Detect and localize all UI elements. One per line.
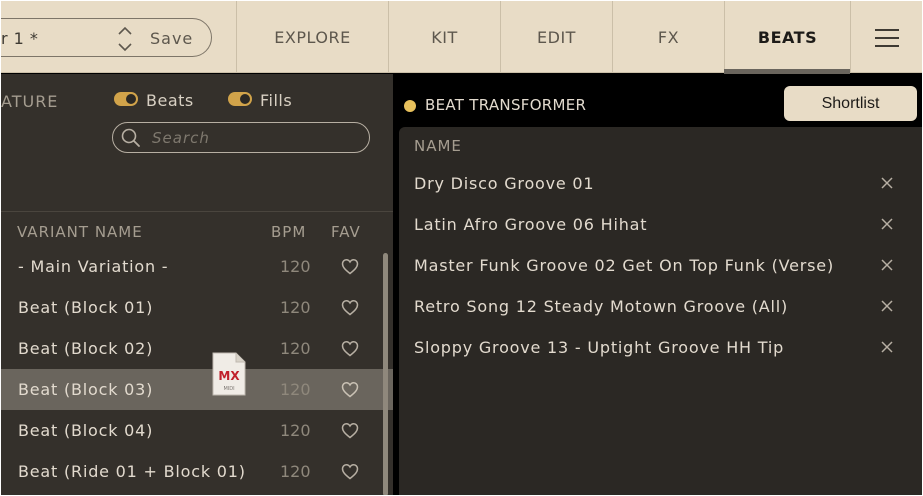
preset-up-down-icon[interactable] [116,25,134,53]
tab-edit[interactable]: EDIT [500,1,612,73]
status-indicator-icon [404,100,416,112]
fills-toggle[interactable] [228,92,252,106]
remove-icon[interactable] [880,176,894,190]
remove-icon[interactable] [880,299,894,313]
shortlist-title: BEAT TRANSFORMER [425,96,587,114]
column-header-name[interactable]: NAME [414,137,462,155]
heart-icon[interactable] [341,463,359,480]
shortlist-button[interactable]: Shortlist [784,86,917,121]
remove-icon[interactable] [880,217,894,231]
heart-icon[interactable] [341,258,359,275]
heart-icon[interactable] [341,381,359,398]
shortlist-item[interactable]: Latin Afro Groove 06 Hihat [414,215,647,234]
save-button[interactable]: Save [150,29,193,48]
variant-name: Beat (Block 02) [18,339,154,358]
variant-row[interactable]: Beat (Block 04) 120 [1,410,393,451]
preset-name: r 1 * [1,29,39,48]
variant-bpm: 120 [280,339,311,358]
search-icon [121,128,140,147]
variant-name: Beat (Block 03) [18,380,154,399]
remove-icon[interactable] [880,340,894,354]
tab-explore[interactable]: EXPLORE [236,1,388,73]
app-window: r 1 * Save EXPLORE KIT EDIT FX BEATS ATU… [1,1,922,495]
variant-row[interactable]: Beat (Block 01) 120 [1,287,393,328]
active-tab-indicator [724,69,850,74]
shortlist-item[interactable]: Retro Song 12 Steady Motown Groove (All) [414,297,788,316]
heart-icon[interactable] [341,299,359,316]
shortlist-item[interactable]: Master Funk Groove 02 Get On Top Funk (V… [414,256,834,275]
fills-toggle-label: Fills [260,91,293,110]
variant-name: - Main Variation - [18,257,169,276]
midi-label: MIDI [223,386,234,392]
shortlist-item[interactable]: Dry Disco Groove 01 [414,174,594,193]
tab-beats[interactable]: BEATS [724,1,850,73]
remove-icon[interactable] [880,258,894,272]
variant-name: Beat (Block 01) [18,298,154,317]
variant-bpm: 120 [280,421,311,440]
beats-toggle[interactable] [114,92,138,106]
shortlist-item[interactable]: Sloppy Groove 13 - Uptight Groove HH Tip [414,338,784,357]
top-bar: r 1 * Save EXPLORE KIT EDIT FX BEATS [1,1,922,74]
menu-button[interactable] [850,1,922,73]
midi-file-drag-icon[interactable]: MX MIDI [212,352,246,396]
menu-icon [875,29,899,31]
variant-bpm: 120 [280,257,311,276]
menu-icon-line [875,45,899,47]
variant-row[interactable]: Beat (Ride 01 + Block 01) 120 [1,451,393,492]
variant-row-selected[interactable]: Beat (Block 03) 120 [1,369,393,410]
variant-row[interactable]: Beat (Block 02) 120 [1,328,393,369]
variant-list-scrollbar[interactable] [383,253,388,495]
column-header-variant-name[interactable]: VARIANT NAME [17,223,143,241]
variant-bpm: 120 [280,298,311,317]
variant-name: Beat (Ride 01 + Block 01) [18,462,246,481]
feature-filter-label: ATURE [1,92,59,111]
column-header-bpm[interactable]: BPM [271,223,306,241]
variant-row[interactable]: - Main Variation - 120 [1,246,393,287]
heart-icon[interactable] [341,340,359,357]
tab-fx[interactable]: FX [612,1,724,73]
column-header-fav[interactable]: FAV [331,223,361,241]
tab-kit[interactable]: KIT [388,1,500,73]
variant-bpm: 120 [280,380,311,399]
variant-bpm: 120 [280,462,311,481]
divider [1,211,393,212]
search-placeholder: Search [152,129,210,147]
menu-icon-line [875,37,899,39]
search-input[interactable] [112,122,370,153]
beats-toggle-label: Beats [146,91,194,110]
heart-icon[interactable] [341,422,359,439]
midi-badge: MX [218,369,240,383]
variant-name: Beat (Block 04) [18,421,154,440]
